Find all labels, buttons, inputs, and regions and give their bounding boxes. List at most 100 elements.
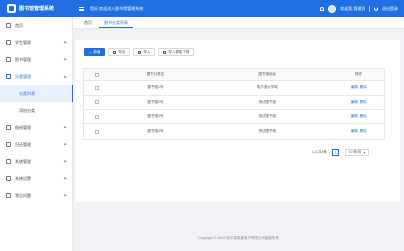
- tab-category-list[interactable]: 图书分类列表: [99, 18, 133, 28]
- sidebar-item-help[interactable]: 常见问题: [0, 187, 73, 204]
- sidebar-item-label: 系统管理: [15, 158, 31, 164]
- logout-button[interactable]: 退出登录: [382, 6, 398, 12]
- cell-actions: 编辑 删除: [333, 114, 384, 119]
- help-icon: [6, 193, 11, 198]
- table-header-row: 图书分类名 图书馆地址 操作: [84, 69, 384, 82]
- chevron-down-icon: [63, 40, 67, 44]
- header-divider: [369, 5, 370, 12]
- sidebar-item-settings[interactable]: 系统设置: [0, 170, 73, 187]
- export-button[interactable]: 导出: [108, 48, 131, 56]
- table-row: 图书馆1号 哈尔滨大学城 编辑 删除: [84, 81, 384, 96]
- sidebar-subitem-add-category[interactable]: 添加分类: [0, 102, 73, 119]
- sidebar-item-home[interactable]: 首页: [0, 17, 73, 34]
- bell-icon[interactable]: [320, 6, 325, 11]
- cell-name: 图书馆3号: [147, 114, 164, 119]
- folder-icon: [6, 74, 11, 79]
- sidebar-item-borrow[interactable]: 借阅管理: [0, 119, 73, 136]
- template-download-label: 导入模板下载: [168, 49, 190, 54]
- pagination-summary: 1-4 共4条: [312, 150, 327, 154]
- sidebar-item-system[interactable]: 系统管理: [0, 153, 73, 170]
- edit-link[interactable]: 编辑: [351, 100, 358, 105]
- select-all-checkbox[interactable]: [94, 72, 99, 77]
- sidebar-item-label: 归还管理: [15, 141, 31, 147]
- delete-link[interactable]: 删除: [360, 114, 367, 119]
- chevron-down-icon: [63, 142, 67, 146]
- sidebar-item-label: 图书管理: [15, 56, 31, 62]
- chevron-down-icon: [63, 125, 67, 129]
- table-row: 图书馆3号 测试图书馆 编辑 删除: [84, 110, 384, 125]
- prev-page-icon[interactable]: ‹: [329, 150, 330, 155]
- current-page-button[interactable]: 1: [332, 149, 340, 156]
- edit-link[interactable]: 编辑: [351, 85, 358, 90]
- column-header-actions: 操作: [355, 72, 363, 77]
- row-checkbox[interactable]: [94, 129, 99, 134]
- sidebar-item-return[interactable]: 归还管理: [0, 136, 73, 153]
- import-button[interactable]: 导入: [133, 48, 156, 56]
- cell-address: 哈尔滨大学城: [256, 85, 278, 90]
- top-header: 您好,欢迎进入图书馆管理系统 欢迎您,管理员 退出登录: [73, 0, 404, 17]
- table-row: 图书馆2号 测试图书馆 编辑 删除: [84, 96, 384, 111]
- menu-toggle-icon[interactable]: [79, 6, 84, 11]
- app-title: 图书馆管理系统: [19, 6, 55, 12]
- borrow-icon: [6, 125, 11, 130]
- delete-link[interactable]: 删除: [360, 85, 367, 90]
- book-icon: [6, 57, 11, 62]
- sidebar-item-books[interactable]: 图书管理: [0, 51, 73, 68]
- column-header-name: 图书分类名: [146, 72, 165, 77]
- library-logo-icon: [7, 4, 16, 13]
- user-greeting[interactable]: 欢迎您,管理员: [340, 6, 365, 12]
- import-button-label: 导入: [143, 49, 151, 54]
- sidebar-item-label: 系统设置: [15, 175, 31, 181]
- delete-link[interactable]: 删除: [360, 100, 367, 105]
- row-select-cell: [84, 100, 110, 105]
- add-button-label: 新增: [93, 49, 101, 54]
- avatar[interactable]: [328, 4, 337, 13]
- page-size-select[interactable]: 10 条/页 ▾: [344, 149, 370, 156]
- download-icon: [163, 50, 167, 54]
- power-icon[interactable]: [374, 6, 378, 11]
- template-download-button[interactable]: 导入模板下载: [158, 48, 195, 56]
- cell-actions: 编辑 删除: [333, 85, 384, 90]
- sidebar-item-categories[interactable]: 分类管理: [0, 68, 73, 85]
- sidebar-item-students[interactable]: 学生管理: [0, 34, 73, 51]
- sidebar-subitem-label: 分类列表: [19, 90, 35, 96]
- welcome-message: 您好,欢迎进入图书馆管理系统: [90, 5, 144, 11]
- cell-address: 测试图书馆: [258, 99, 277, 104]
- tab-home[interactable]: 首页: [79, 18, 97, 28]
- row-checkbox[interactable]: [94, 85, 99, 90]
- app-logo[interactable]: 图书馆管理系统: [0, 0, 73, 17]
- next-page-icon[interactable]: ›: [341, 150, 342, 155]
- user-icon: [6, 40, 11, 45]
- page-size-value: 10 条/页: [348, 150, 362, 154]
- export-icon: [113, 50, 117, 54]
- return-icon: [6, 142, 11, 147]
- row-checkbox[interactable]: [94, 100, 99, 105]
- export-button-label: 导出: [118, 49, 126, 54]
- edit-link[interactable]: 编辑: [351, 114, 358, 119]
- cell-name: 图书馆4号: [147, 129, 164, 134]
- row-checkbox[interactable]: [94, 114, 99, 119]
- gear-icon: [6, 159, 11, 164]
- chevron-down-icon: ▾: [363, 150, 366, 155]
- delete-link[interactable]: 删除: [360, 129, 367, 134]
- sidebar-item-label: 常见问题: [15, 192, 31, 198]
- home-icon: [6, 23, 11, 28]
- row-select-cell: [84, 129, 110, 134]
- sidebar-item-label: 学生管理: [15, 39, 31, 45]
- footer-copyright: Copyright © 2022 哈尔滨某某电子有限公司版权所有: [198, 236, 279, 240]
- select-all-cell: [84, 72, 110, 77]
- edit-link[interactable]: 编辑: [351, 129, 358, 134]
- sidebar-menu: 首页 学生管理 图书管理 分类管理 分类列表 添加分类 借阅管理 归还管理 系统…: [0, 17, 73, 204]
- sidebar-subitem-category-list[interactable]: 分类列表: [0, 85, 73, 102]
- column-header-address: 图书馆地址: [258, 72, 277, 77]
- chevron-up-icon: [63, 75, 67, 79]
- sidebar-item-label: 借阅管理: [15, 124, 31, 130]
- settings-icon: [6, 176, 11, 181]
- cell-actions: 编辑 删除: [333, 129, 384, 134]
- pagination: 1-4 共4条 ‹ 1 › 10 条/页 ▾: [312, 149, 370, 156]
- toolbar: + 新增 导出 导入 导入模板下载: [84, 48, 195, 56]
- sidebar-item-label: 首页: [15, 22, 23, 28]
- cell-address: 测试图书馆: [258, 114, 277, 119]
- content-card: + 新增 导出 导入 导入模板下载 图书分类名 图书馆地址 操作 图书馆1号 哈…: [75, 40, 400, 202]
- add-button[interactable]: + 新增: [84, 48, 106, 56]
